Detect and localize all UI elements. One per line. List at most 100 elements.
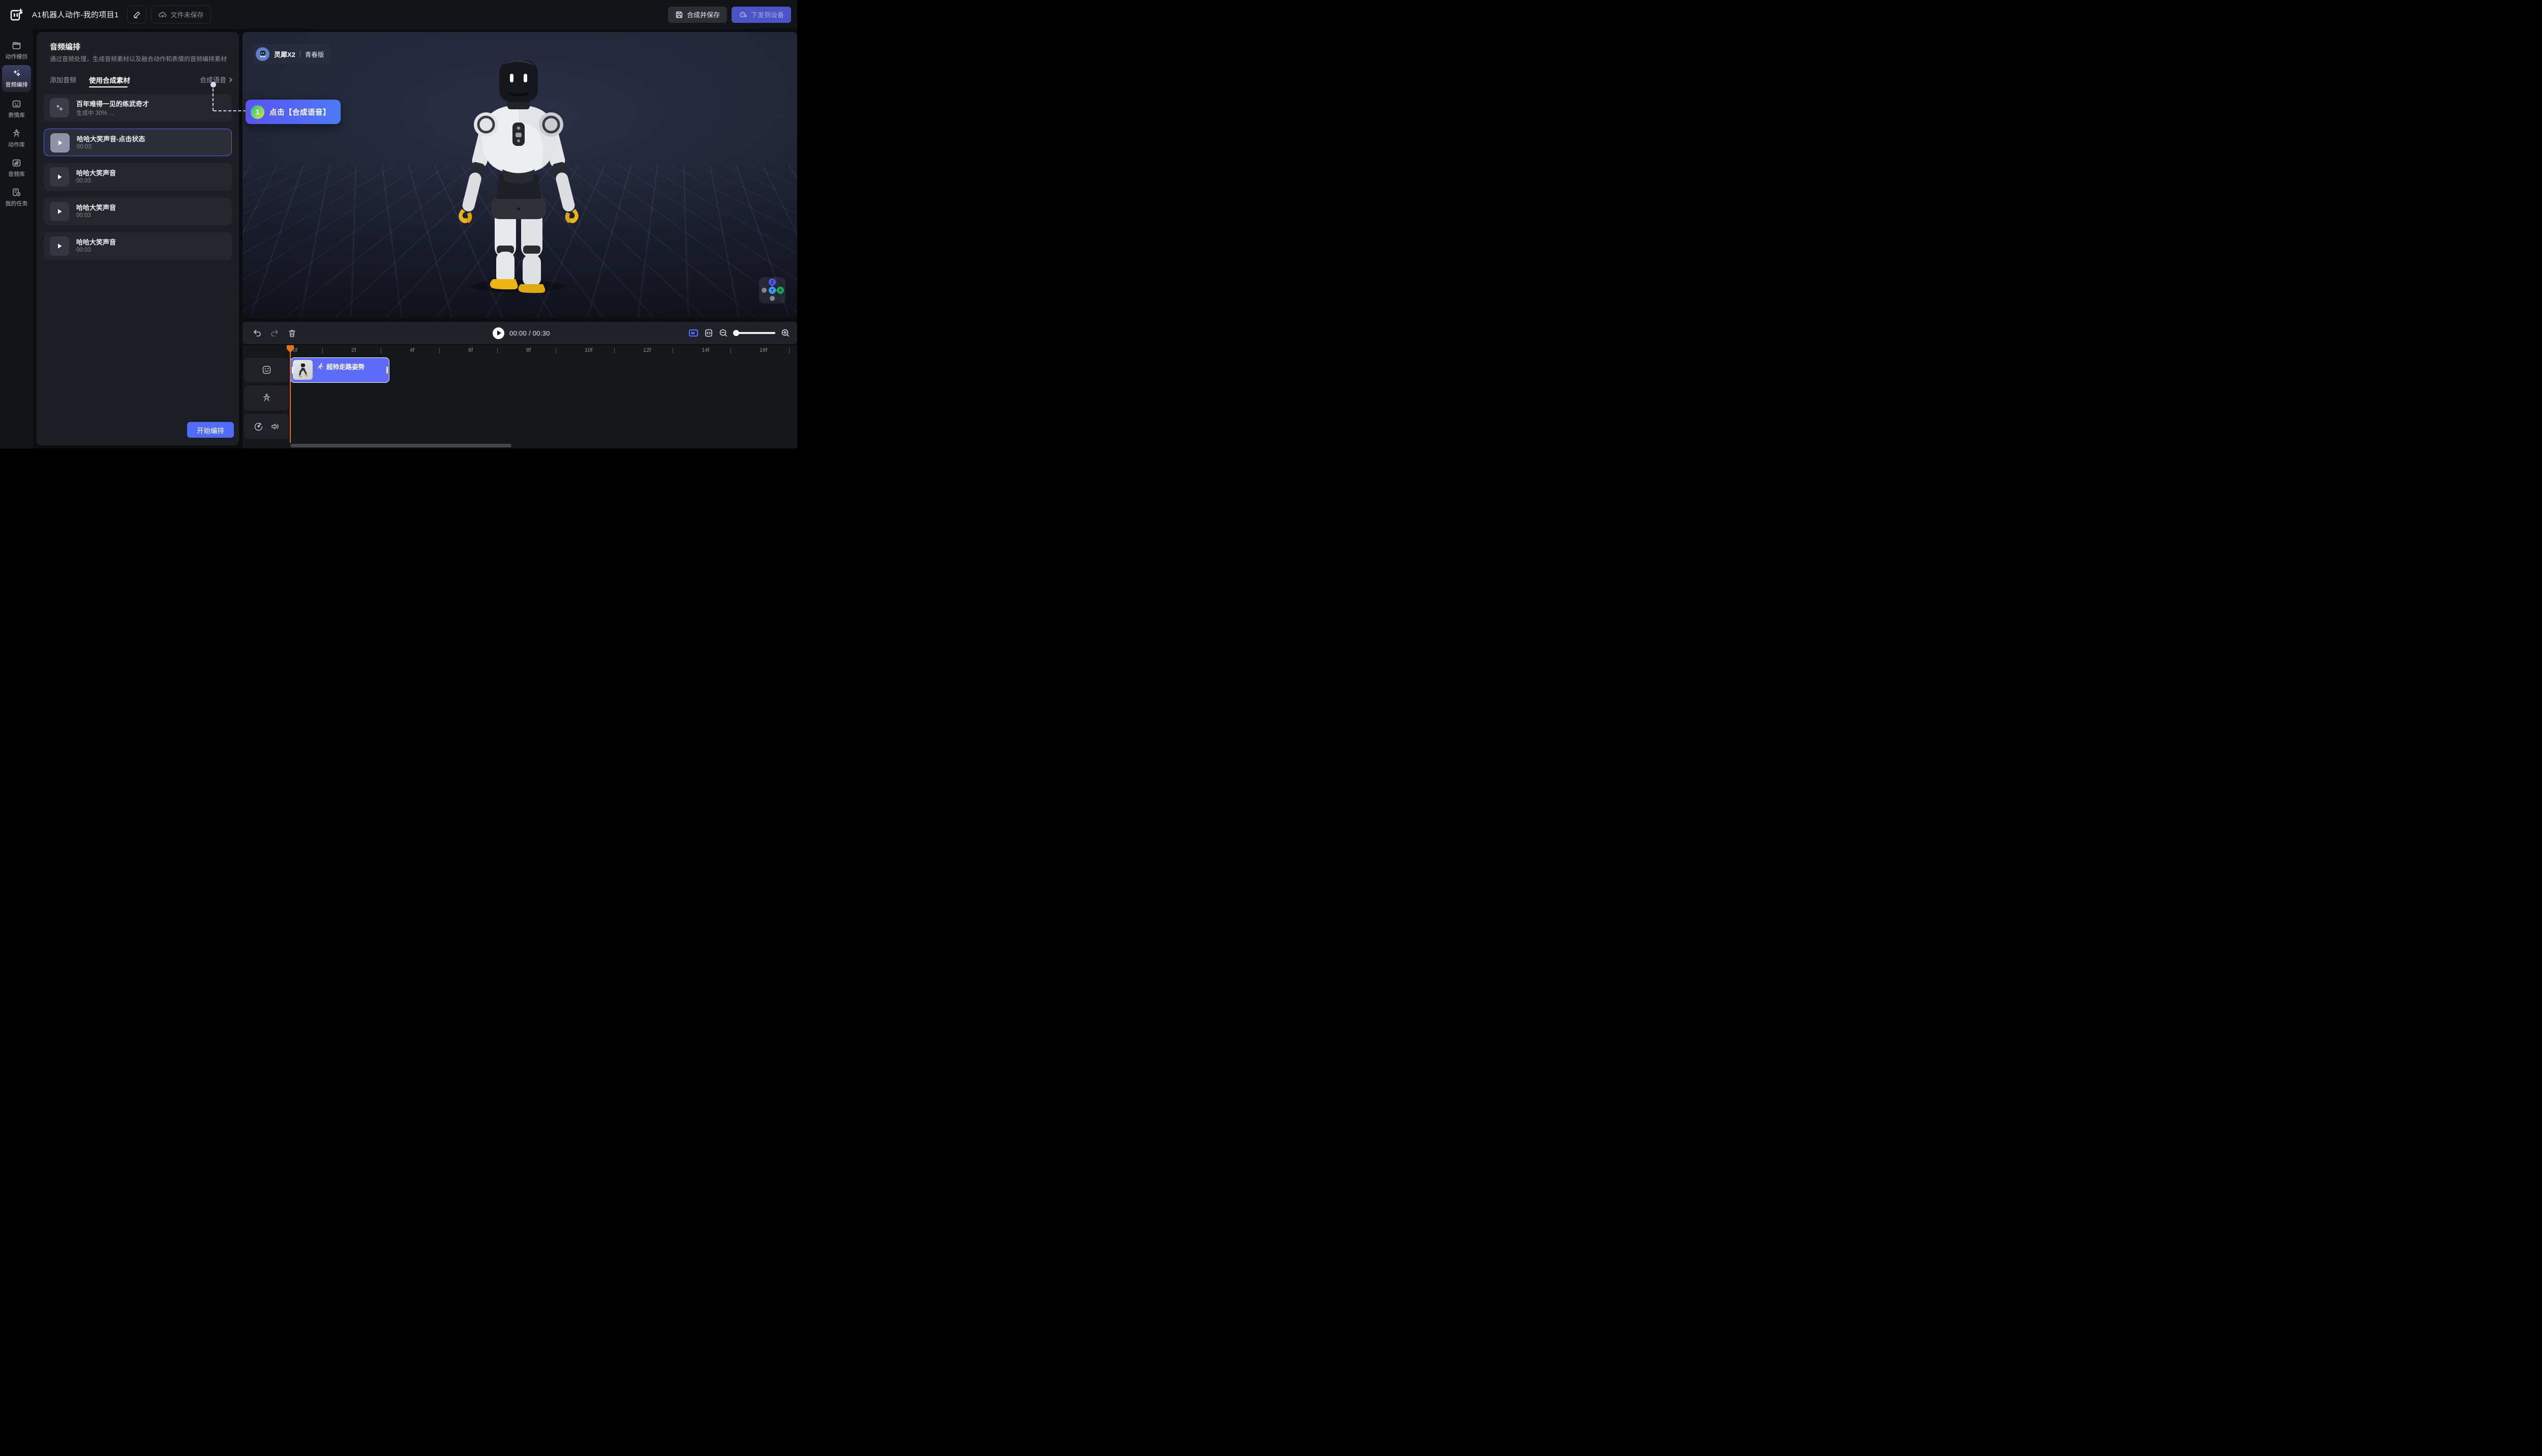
chevron-right-icon xyxy=(228,77,233,82)
ruler-label: 2f xyxy=(351,347,356,353)
playhead-line[interactable] xyxy=(290,345,291,443)
fit-timeline-button[interactable] xyxy=(704,328,713,338)
project-title: A1机器人动作-我的项目1 xyxy=(32,9,119,20)
timeline-horizontal-scrollbar[interactable] xyxy=(290,444,511,447)
sparkle-generating-icon xyxy=(50,98,69,117)
sidebar-item-action-library[interactable]: 动作库 xyxy=(0,129,33,148)
sidebar-label: 动作库 xyxy=(8,140,25,148)
axis-z-label: Z xyxy=(771,280,773,285)
ruler-label: 4f xyxy=(410,347,414,353)
file-status-button[interactable]: 文件未保存 xyxy=(151,6,211,23)
audio-item-title: 哈哈大笑声音 xyxy=(76,237,116,247)
clip-label: 超帅走路姿势 xyxy=(326,361,365,371)
timeline[interactable]: 0f 2f 4f 6f 8f 10f 12f 14f 16f xyxy=(243,345,797,448)
sidebar-label: 我的任务 xyxy=(6,199,28,207)
playback-toolbar: 00:00 / 00:30 xyxy=(243,322,797,344)
clip-trim-handle-left[interactable] xyxy=(292,367,293,374)
audio-item-title: 哈哈大笑声音 xyxy=(76,202,116,212)
robot-model[interactable] xyxy=(442,56,595,295)
robot-avatar xyxy=(256,47,269,61)
synthesize-voice-link[interactable]: 合成语音 xyxy=(200,75,233,84)
guide-dashed-line-horizontal xyxy=(214,110,246,111)
timeline-clip-walk[interactable]: 超帅走路姿势 xyxy=(290,357,389,383)
sidebar-item-audio-arrange[interactable]: 音频编排 xyxy=(2,65,31,92)
viewport-3d[interactable]: 灵犀X2 青春版 Z Y X xyxy=(243,32,797,318)
audio-dial-icon xyxy=(254,421,263,431)
zoom-in-icon[interactable] xyxy=(781,328,790,338)
sidebar-item-my-tasks[interactable]: 我的任务 xyxy=(0,188,33,207)
audio-item-progress: 生成中 30% ... xyxy=(76,109,114,117)
ruler-label: 14f xyxy=(702,347,709,353)
clip-trim-handle-right[interactable] xyxy=(386,367,388,374)
audio-item-generating[interactable]: 百年难得一见的练武奇才 生成中 30% ... xyxy=(44,94,232,122)
sidebar-item-expression-library[interactable]: 表情库 xyxy=(0,99,33,119)
cloud-unsaved-icon xyxy=(158,10,167,19)
axis-x-label: X xyxy=(779,288,782,293)
zoom-out-icon[interactable] xyxy=(719,328,728,338)
audio-item-title: 百年难得一见的练武奇才 xyxy=(76,99,149,108)
speaker-icon xyxy=(270,422,280,431)
play-icon[interactable] xyxy=(50,202,69,221)
play-button[interactable] xyxy=(493,327,504,339)
app-logo-icon xyxy=(8,6,25,23)
redo-button[interactable] xyxy=(266,328,283,338)
sidebar-item-audio-library[interactable]: 音频库 xyxy=(0,158,33,178)
tab-add-audio[interactable]: 添加音频 xyxy=(50,75,76,84)
sidebar-label: 音频编排 xyxy=(6,80,28,88)
time-display: 00:00 / 00:30 xyxy=(509,329,550,337)
save-label: 合成并保存 xyxy=(687,10,720,19)
play-icon[interactable] xyxy=(50,167,69,187)
audio-arrange-panel: 音频编排 通过音频处理，生成音频素材以及融合动作和表情的音频编排素材 添加音频 … xyxy=(37,32,239,445)
axis-gizmo[interactable]: Z Y X xyxy=(759,277,785,304)
person-icon xyxy=(12,129,21,138)
audio-item[interactable]: 哈哈大笑声音 00:03 xyxy=(44,163,232,191)
robot-face-icon xyxy=(12,99,21,109)
app-window: A1机器人动作-我的项目1 文件未保存 合成并保存 下发 xyxy=(0,0,797,448)
clip-thumbnail xyxy=(293,360,313,380)
tooltip-text: 点击【合成语音】 xyxy=(269,107,330,117)
sidebar: 动作模仿 音频编排 表情库 动作库 音频库 xyxy=(0,29,33,448)
delete-clip-button[interactable] xyxy=(283,329,300,338)
sidebar-label: 表情库 xyxy=(8,111,25,119)
audio-item-duration: 00:03 xyxy=(76,213,91,219)
axis-y-label: Y xyxy=(771,288,774,293)
deploy-label: 下发到设备 xyxy=(751,10,784,19)
start-arrange-button[interactable]: 开始编排 xyxy=(187,422,234,438)
save-button[interactable]: 合成并保存 xyxy=(668,7,727,23)
sparkles-icon xyxy=(12,69,21,78)
audio-item-duration: 00:03 xyxy=(76,178,91,184)
top-bar: A1机器人动作-我的项目1 文件未保存 合成并保存 下发 xyxy=(0,0,797,29)
timeline-zoom-slider[interactable] xyxy=(734,332,775,334)
ruler-label: 16f xyxy=(760,347,767,353)
active-tab-underline xyxy=(89,86,128,87)
file-status-label: 文件未保存 xyxy=(171,10,204,19)
model-badge: 灵犀X2 青春版 xyxy=(253,44,331,64)
ruler-label: 10f xyxy=(585,347,592,353)
save-icon xyxy=(675,11,683,19)
track-mode-button[interactable] xyxy=(688,328,699,338)
audio-item-duration: 00:03 xyxy=(77,144,92,150)
audio-item-title: 哈哈大笑声音 xyxy=(76,168,116,177)
audio-item-duration: 00:03 xyxy=(76,247,91,253)
ruler-label: 6f xyxy=(468,347,473,353)
panel-title: 音频编排 xyxy=(50,41,80,52)
track-header-action[interactable] xyxy=(244,385,289,410)
play-icon[interactable] xyxy=(50,236,69,256)
deploy-to-device-button[interactable]: 下发到设备 xyxy=(732,7,791,23)
track-header-expression[interactable] xyxy=(244,357,289,382)
model-name: 灵犀X2 xyxy=(274,49,295,59)
track-header-audio[interactable] xyxy=(244,414,289,439)
tab-use-synth-material[interactable]: 使用合成素材 xyxy=(89,75,130,85)
model-variant: 青春版 xyxy=(305,49,324,59)
guide-dashed-line-vertical xyxy=(213,88,214,111)
ruler-label: 12f xyxy=(643,347,651,353)
audio-item[interactable]: 哈哈大笑声音 00:03 xyxy=(44,198,232,225)
audio-item[interactable]: 哈哈大笑声音 00:03 xyxy=(44,232,232,260)
rename-project-button[interactable] xyxy=(127,6,146,23)
play-icon[interactable] xyxy=(50,133,70,153)
undo-button[interactable] xyxy=(249,328,266,338)
sidebar-item-motion-mimic[interactable]: 动作模仿 xyxy=(0,41,33,60)
zoom-slider-handle[interactable] xyxy=(733,330,739,336)
task-list-icon xyxy=(12,188,21,197)
audio-item-selected[interactable]: 哈哈大笑声音-点击状态 00:03 xyxy=(44,129,232,156)
